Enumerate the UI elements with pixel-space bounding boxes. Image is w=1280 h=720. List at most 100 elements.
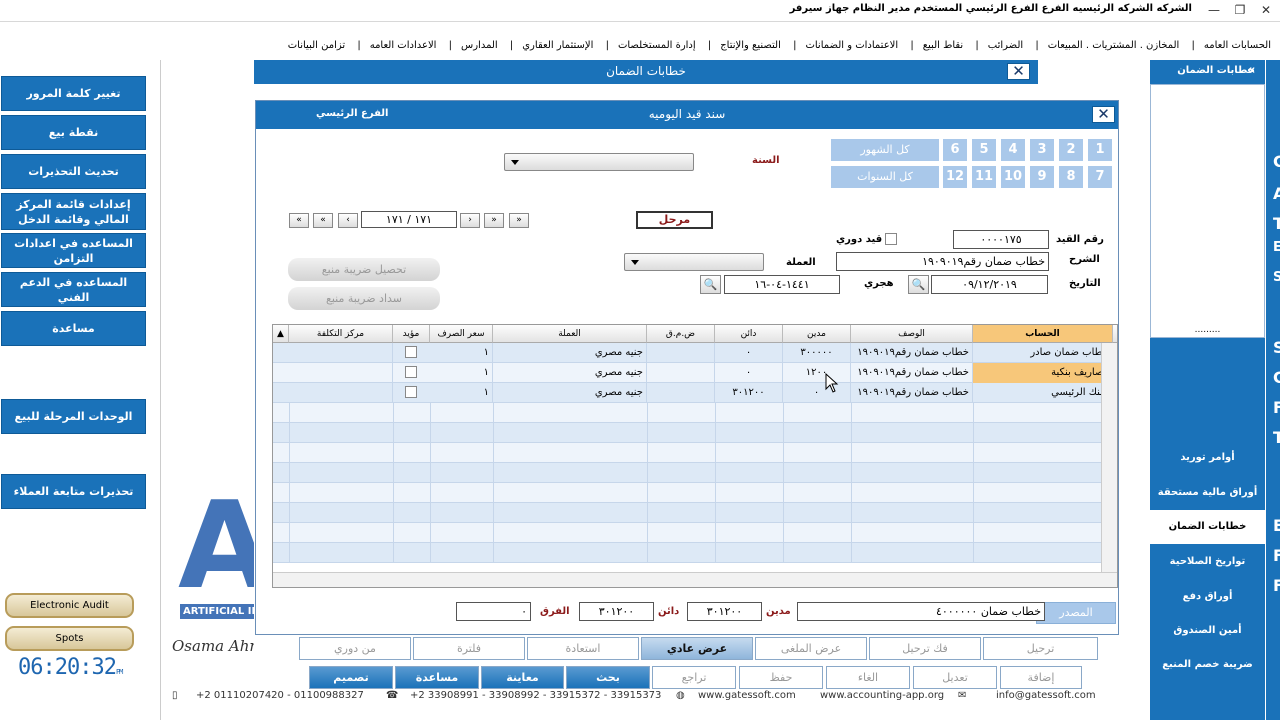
col-header-rate[interactable]: سعر الصرف [430,325,493,343]
electronic-audit-button[interactable]: Electronic Audit [5,593,134,618]
rp-item-payable-papers[interactable]: أوراق دفع [1150,591,1265,602]
nav-next-icon[interactable]: › [460,213,480,228]
month-button-4[interactable]: 4 [1001,139,1025,161]
grid-cell-vat[interactable] [647,383,715,403]
rp-item-supply-orders[interactable]: أوامر توريد [1150,452,1265,463]
post-button[interactable]: ترحيل [983,637,1098,660]
show-cancelled-button[interactable]: عرض الملغى [755,637,867,660]
table-row[interactable] [273,443,1103,463]
all-months-button[interactable]: كل الشهور [831,139,939,161]
grid-cell-rate[interactable]: ١ [430,363,493,383]
menu-item-pos[interactable]: نقاط البيع [923,40,964,51]
hijri-date-field[interactable]: ١٤٤١-٠٤-١٦ [724,275,840,294]
collapse-icon[interactable]: « [1247,63,1255,78]
grid-cell-rate[interactable]: ١ [430,343,493,363]
rp-item-expiry-dates[interactable]: تواريخ الصلاحية [1150,556,1265,567]
month-button-10[interactable]: 10 [1001,166,1025,188]
undo-button[interactable]: تراجع [652,666,736,689]
grid-cell-cost[interactable] [289,383,393,403]
grid-vertical-scrollbar[interactable] [1101,343,1117,573]
table-row[interactable]: ٢مصاريف بنكيةخطاب ضمان رقم١٩٠٩٠١٩١٢٠٠٠جن… [273,363,1113,383]
minimize-icon[interactable]: — [1202,1,1226,19]
table-row[interactable] [273,423,1103,443]
grid-cell-currency[interactable]: جنيه مصري [493,363,647,383]
grid-horizontal-scrollbar[interactable] [273,572,1117,587]
table-row[interactable]: ٣البنك الرئيسيخطاب ضمان رقم١٩٠٩٠١٩٠٣٠١٢٠… [273,383,1113,403]
month-button-3[interactable]: 3 [1030,139,1054,161]
restore-icon[interactable]: ❐ [1228,1,1252,19]
grid-cell-account[interactable]: البنك الرئيسي [973,383,1113,403]
menu-item-credits[interactable]: الاعتمادات و الضمانات [805,40,898,51]
table-row[interactable] [273,503,1103,523]
grid-cell-currency[interactable]: جنيه مصري [493,343,647,363]
restore-button[interactable]: استعادة [527,637,639,660]
entry-number-field[interactable]: ٠٠٠٠١٧٥ [953,230,1049,249]
hijri-search-icon[interactable]: 🔍 [700,275,721,294]
grid-cell-vat[interactable] [647,363,715,383]
source-field[interactable]: خطاب ضمان ٤٠٠٠٠٠٠ [797,602,1045,621]
grid-cell-credit[interactable]: ٠ [715,343,783,363]
grid-cell-cost[interactable] [289,363,393,383]
design-button[interactable]: تصميم [309,666,393,689]
cancel-button[interactable]: الغاء [826,666,910,689]
date-search-icon[interactable]: 🔍 [908,275,929,294]
grid-cell-desc[interactable]: خطاب ضمان رقم١٩٠٩٠١٩ [851,383,973,403]
search-button[interactable]: بحث [566,666,650,689]
sync-help-button[interactable]: المساعده في اعدادات التزامن [1,233,146,268]
grid-cell-debit[interactable]: ١٢٠٠ [783,363,851,383]
confirmed-checkbox[interactable] [405,386,417,398]
edit-button[interactable]: تعديل [913,666,997,689]
col-header-account[interactable]: الحساب [973,325,1113,343]
col-header-description[interactable]: الوصف [851,325,973,343]
confirmed-checkbox[interactable] [405,366,417,378]
table-row[interactable] [273,523,1103,543]
grid-cell-rate[interactable]: ١ [430,383,493,403]
table-row[interactable]: ١ خطاب ضمان صادرخطاب ضمان رقم١٩٠٩٠١٩٣٠٠٠٠… [273,343,1113,363]
footer-email[interactable]: info@gatessoft.com [996,690,1096,708]
footer-website-1[interactable]: www.gatessoft.com [698,690,796,708]
rp-item-guarantee-letters[interactable]: خطابات الضمان [1150,510,1265,544]
menu-item-inventory[interactable]: المخازن . المشتريات . المبيعات [1048,40,1180,51]
month-button-7[interactable]: 7 [1088,166,1112,188]
month-button-12[interactable]: 12 [943,166,967,188]
month-button-9[interactable]: 9 [1030,166,1054,188]
menu-item-taxes[interactable]: الضرائب [988,40,1023,51]
grid-cell-desc[interactable]: خطاب ضمان رقم١٩٠٩٠١٩ [851,363,973,383]
customer-alerts-button[interactable]: تحذيرات متابعة العملاء [1,474,146,509]
save-button[interactable]: حفظ [739,666,823,689]
close-icon[interactable]: ✕ [1254,1,1278,19]
all-years-button[interactable]: كل السنوات [831,166,939,188]
grid-cell-account[interactable]: خطاب ضمان صادر [973,343,1113,363]
from-periodic-button[interactable]: من دوري [299,637,411,660]
grid-cell-debit[interactable]: ٠ [783,383,851,403]
periodic-checkbox[interactable] [885,233,897,245]
footer-website-2[interactable]: www.accounting-app.org [820,690,944,708]
pay-withholding-tax-button[interactable]: سداد ضريبة منبع [288,287,440,310]
grid-cell-debit[interactable]: ٣٠٠٠٠٠ [783,343,851,363]
add-button[interactable]: إضافة [1000,666,1082,689]
filter-button[interactable]: فلترة [413,637,525,660]
financial-statements-settings-button[interactable]: إعدادات قائمة المركز المالي وقائمة الدخل [1,193,146,230]
menu-item-sync[interactable]: تزامن البيانات [288,40,345,51]
month-button-1[interactable]: 1 [1088,139,1112,161]
menu-item-general-accounts[interactable]: الحسابات العامه [1204,40,1271,51]
nav-prev-icon[interactable]: ‹ [338,213,358,228]
col-header-cost-center[interactable]: مركز التكلفة [289,325,393,343]
rp-item-withholding-tax[interactable]: ضريبة خصم المنبع [1150,659,1265,670]
menu-item-extracts[interactable]: إدارة المستخلصات [618,40,696,51]
grid-cell-credit[interactable]: ٣٠١٢٠٠ [715,383,783,403]
collect-withholding-tax-button[interactable]: تحصيل ضريبة منبع [288,258,440,281]
table-row[interactable] [273,463,1103,483]
month-button-6[interactable]: 6 [943,139,967,161]
month-button-11[interactable]: 11 [972,166,996,188]
unpost-button[interactable]: فك ترحيل [869,637,981,660]
table-row[interactable] [273,483,1103,503]
grid-cell-account[interactable]: مصاريف بنكية [973,363,1113,383]
col-header-debit[interactable]: مدين [783,325,851,343]
nav-last-icon[interactable]: » [509,213,529,228]
month-button-5[interactable]: 5 [972,139,996,161]
month-button-2[interactable]: 2 [1059,139,1083,161]
year-select[interactable] [504,153,694,171]
posted-units-button[interactable]: الوحدات المرحلة للبيع [1,399,146,434]
col-header-vat[interactable]: ض.م.ق [647,325,715,343]
